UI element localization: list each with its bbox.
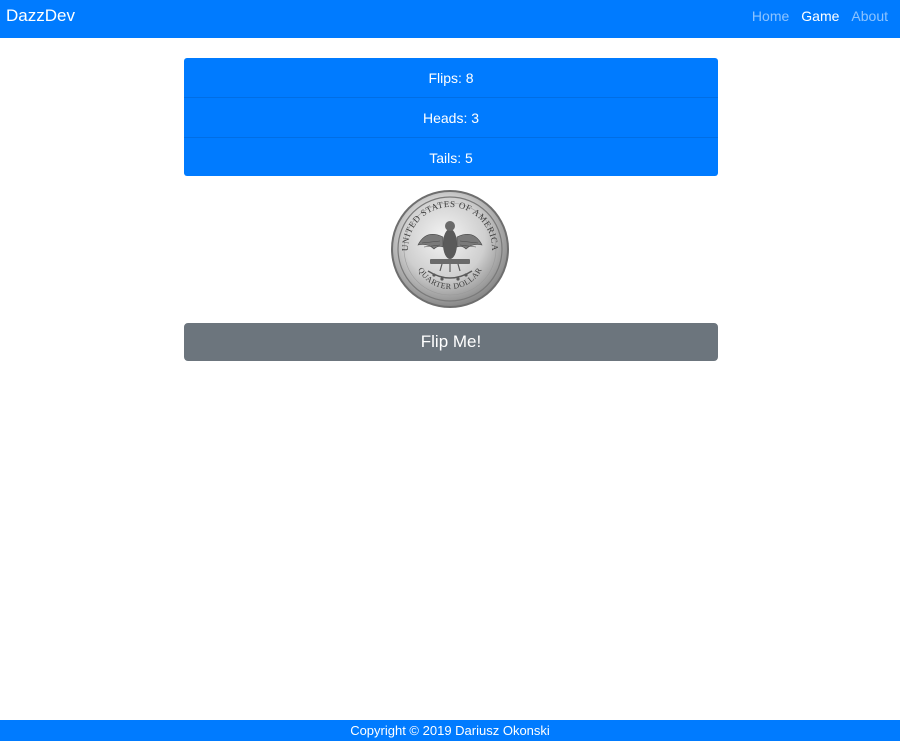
quarter-dollar-tails-icon: UNITED STATES OF AMERICA QUARTER DOLLAR [390,189,510,309]
navbar: DazzDev Home Game About [0,0,900,38]
heads-count: Heads: 3 [184,98,718,138]
nav-links: Home Game About [746,7,894,25]
tails-count: Tails: 5 [429,149,473,166]
nav-link-home[interactable]: Home [746,7,795,25]
copyright-text: Copyright © 2019 Dariusz Okonski [350,723,550,738]
flips-count: Flips: 8 [184,58,718,98]
footer: Copyright © 2019 Dariusz Okonski [0,720,900,741]
brand-link[interactable]: DazzDev [6,6,75,26]
flip-button[interactable]: Flip Me! [184,323,718,361]
stats-list: Flips: 8 Heads: 3 Tails: 5 [184,58,718,176]
nav-link-game[interactable]: Game [795,7,845,25]
nav-link-about[interactable]: About [845,7,894,25]
coin-image: UNITED STATES OF AMERICA QUARTER DOLLAR [391,190,509,308]
